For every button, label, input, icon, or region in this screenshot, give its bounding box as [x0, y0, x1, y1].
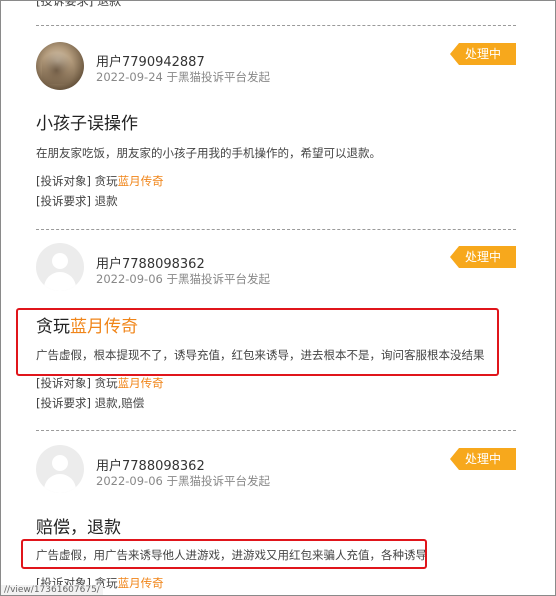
complaint-meta: 2022-09-24 于黑猫投诉平台发起 [96, 70, 270, 84]
status-badge: 处理中 [450, 43, 516, 65]
status-badge: 处理中 [450, 448, 516, 470]
complaint-target: [投诉对象] 贪玩蓝月传奇 [36, 375, 164, 391]
avatar-body-shape [44, 474, 76, 493]
demand-label: [投诉要求] [36, 396, 91, 410]
avatar [36, 445, 84, 493]
status-bar-url: //view/17361607675/ [1, 585, 103, 595]
divider [36, 25, 516, 26]
target-highlight[interactable]: 蓝月传奇 [118, 376, 164, 390]
divider [36, 229, 516, 230]
user-name[interactable]: 用户7790942887 [96, 51, 205, 70]
avatar [36, 42, 84, 90]
complaint-title[interactable]: 小孩子误操作 [36, 109, 138, 134]
demand-label: [投诉要求] [36, 194, 91, 208]
divider [36, 430, 516, 431]
target-highlight[interactable]: 蓝月传奇 [118, 174, 164, 188]
target-highlight[interactable]: 蓝月传奇 [118, 576, 164, 590]
complaint-meta: 2022-09-06 于黑猫投诉平台发起 [96, 474, 270, 488]
avatar-head-shape [52, 253, 68, 269]
partial-demand-line: [投诉要求] 退款 [36, 0, 122, 8]
target-label: [投诉对象] [36, 376, 91, 390]
red-highlight-box [16, 308, 499, 376]
user-name[interactable]: 用户7788098362 [96, 455, 205, 474]
complaint-list: [投诉要求] 退款 用户7790942887 2022-09-24 于黑猫投诉平… [0, 0, 556, 596]
complaint-demand: [投诉要求] 退款,赔偿 [36, 395, 144, 411]
title-text: 赔偿，退款 [36, 518, 121, 538]
demand-value: 退款 [94, 194, 118, 208]
user-name[interactable]: 用户7788098362 [96, 253, 205, 272]
target-prefix: 贪玩 [94, 376, 118, 390]
status-badge: 处理中 [450, 246, 516, 268]
complaint-title[interactable]: 赔偿，退款 [36, 513, 121, 538]
complaint-description: 在朋友家吃饭，朋友家的小孩子用我的手机操作的，希望可以退款。 [36, 146, 381, 160]
red-highlight-box [21, 539, 427, 569]
complaint-demand: [投诉要求] 退款 [36, 193, 118, 209]
target-label: [投诉对象] [36, 174, 91, 188]
complaint-meta: 2022-09-06 于黑猫投诉平台发起 [96, 272, 270, 286]
avatar [36, 243, 84, 291]
target-prefix: 贪玩 [94, 174, 118, 188]
title-text: 小孩子误操作 [36, 114, 138, 134]
avatar-body-shape [44, 272, 76, 291]
demand-value: 退款,赔偿 [94, 396, 145, 410]
complaint-target: [投诉对象] 贪玩蓝月传奇 [36, 173, 164, 189]
avatar-head-shape [52, 455, 68, 471]
